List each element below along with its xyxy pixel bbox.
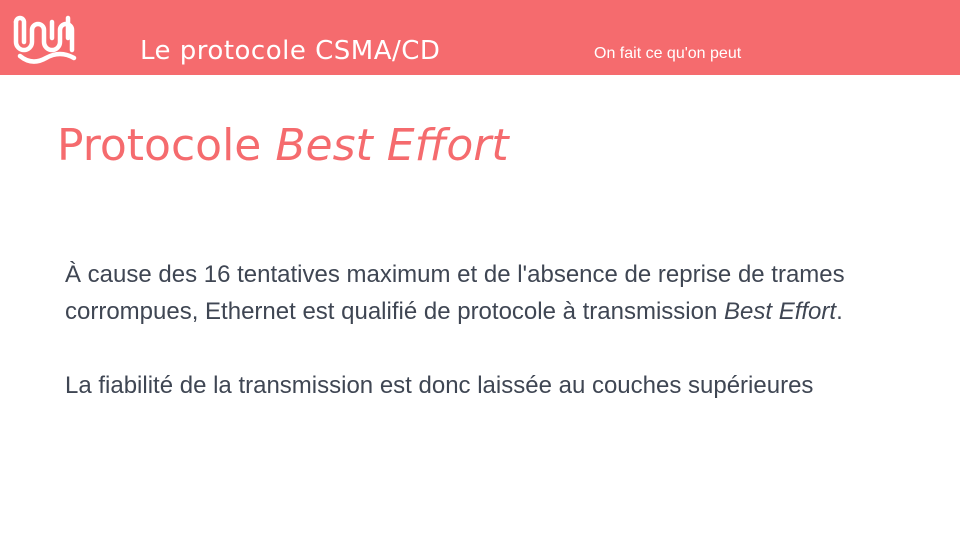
paragraph-period: . bbox=[836, 298, 843, 325]
paragraph-best-effort: À cause des 16 tentatives maximum et de … bbox=[65, 256, 895, 330]
slide-title-plain: Protocole bbox=[57, 120, 276, 171]
header-bar: Le protocole CSMA/CD On fait ce qu'on pe… bbox=[0, 0, 960, 75]
wave-logo-icon bbox=[13, 15, 77, 64]
paragraph-emphasis: Best Effort bbox=[724, 298, 837, 325]
slide-body: À cause des 16 tentatives maximum et de … bbox=[65, 256, 895, 404]
slide-title: Protocole Best Effort bbox=[57, 120, 509, 171]
header-tagline: On fait ce qu'on peut bbox=[594, 45, 742, 62]
section-title: Le protocole CSMA/CD bbox=[140, 36, 441, 66]
paragraph-reliability: La fiabilité de la transmission est donc… bbox=[65, 372, 814, 399]
slide-title-italic: Best Effort bbox=[275, 120, 509, 171]
